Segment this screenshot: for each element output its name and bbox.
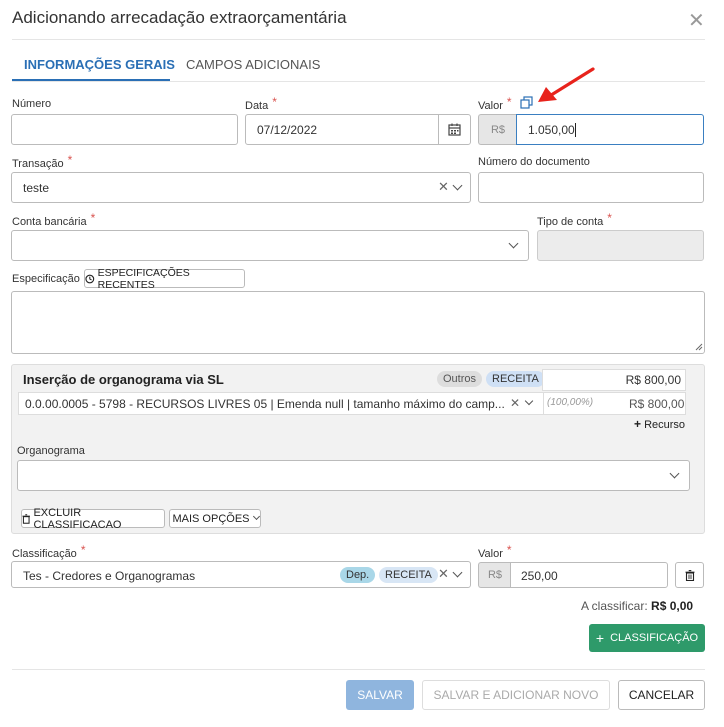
plus-icon: + <box>595 630 605 646</box>
recurso-row-text: 0.0.00.0005 - 5798 - RECURSOS LIVRES 05 … <box>25 397 505 411</box>
especificacao-textarea[interactable] <box>11 291 705 354</box>
numero-label: Número <box>12 98 52 110</box>
plus-icon: + <box>634 417 642 431</box>
badge-receita: RECEITA <box>486 371 545 387</box>
valor-input[interactable]: 1.050,00 <box>516 114 704 145</box>
clear-icon[interactable]: ✕ <box>510 396 520 410</box>
badge-receita: RECEITA <box>379 567 438 583</box>
cancelar-button[interactable]: CANCELAR <box>618 680 705 710</box>
tab-informacoes-gerais[interactable]: INFORMAÇÕES GERAIS <box>24 57 175 72</box>
panel-total: R$ 800,00 <box>542 369 686 391</box>
header-divider <box>12 39 705 40</box>
required-marker: * <box>67 153 73 167</box>
numero-documento-input[interactable] <box>478 172 704 203</box>
chevron-down-icon <box>252 512 260 521</box>
salvar-e-adicionar-novo-button: SALVAR E ADICIONAR NOVO <box>422 680 610 710</box>
clear-icon[interactable]: ✕ <box>438 566 449 582</box>
dialog-title: Adicionando arrecadação extraorçamentári… <box>12 8 347 27</box>
trash-icon <box>22 513 30 524</box>
conta-bancaria-label: Conta bancária * <box>12 211 96 228</box>
delete-classificacao-button[interactable] <box>675 562 704 588</box>
required-marker: * <box>607 211 612 225</box>
transacao-select[interactable]: teste ✕ <box>11 172 471 203</box>
add-recurso-link[interactable]: + Recurso <box>634 417 685 431</box>
resize-handle-icon[interactable] <box>695 343 703 351</box>
salvar-button[interactable]: SALVAR <box>346 680 414 710</box>
especificacoes-recentes-button[interactable]: ESPECIFICAÇÕES RECENTES <box>84 267 245 291</box>
recurso-row-percent: (100,00%) <box>547 397 594 408</box>
classificacao-select[interactable]: Tes - Credores e Organogramas Dep. RECEI… <box>11 561 471 588</box>
especificacao-label: Especificação <box>12 273 80 285</box>
chevron-down-icon[interactable] <box>508 238 519 249</box>
classificacao-valor-prefix: R$ <box>478 562 511 588</box>
footer-divider <box>12 669 705 670</box>
clear-icon[interactable]: ✕ <box>438 179 449 195</box>
chevron-down-icon[interactable] <box>669 468 680 479</box>
data-input[interactable]: 07/12/2022 <box>245 114 471 145</box>
date-divider <box>438 115 439 144</box>
recurso-row-amount: R$ 800,00 <box>629 397 685 411</box>
tipo-conta-input <box>537 230 704 261</box>
excluir-classificacao-button[interactable]: EXCLUIR CLASSIFICACAO <box>21 507 165 531</box>
valor-value: 1.050,00 <box>528 123 575 137</box>
transacao-label: Transação * <box>12 153 73 170</box>
data-label: Data * <box>245 95 277 112</box>
tipo-conta-label: Tipo de conta * <box>537 211 612 228</box>
numero-input[interactable] <box>11 114 238 145</box>
required-marker: * <box>90 211 96 225</box>
required-marker: * <box>506 95 512 109</box>
classificacao-valor-label: Valor * <box>478 543 512 560</box>
classificacao-value: Tes - Credores e Organogramas <box>23 569 196 583</box>
transacao-value: teste <box>23 181 50 195</box>
required-marker: * <box>80 543 86 557</box>
chevron-down-icon[interactable] <box>452 567 463 578</box>
copy-icon[interactable] <box>520 96 534 109</box>
organograma-panel-title: Inserção de organograma via SL <box>23 372 224 387</box>
classificacao-valor-input[interactable]: 250,00 <box>510 562 668 588</box>
clock-icon <box>85 274 95 283</box>
numero-documento-label: Número do documento <box>478 156 590 168</box>
required-marker: * <box>272 95 277 109</box>
chevron-down-icon[interactable] <box>452 180 463 191</box>
mais-opcoes-button[interactable]: MAIS OPÇÕES <box>169 509 261 528</box>
badge-outros: Outros <box>437 371 483 387</box>
text-cursor <box>575 123 576 137</box>
required-marker: * <box>506 543 512 557</box>
tabs-divider <box>12 81 705 82</box>
trash-icon <box>685 569 694 581</box>
calendar-icon[interactable] <box>448 123 461 136</box>
conta-bancaria-select[interactable] <box>11 230 529 261</box>
valor-prefix: R$ <box>478 114 517 145</box>
valor-label: Valor * <box>478 95 512 112</box>
data-value: 07/12/2022 <box>257 123 318 137</box>
a-classificar-value: R$ 0,00 <box>651 599 694 613</box>
tab-campos-adicionais[interactable]: CAMPOS ADICIONAIS <box>186 57 320 72</box>
a-classificar: A classificar: R$ 0,00 <box>581 599 694 613</box>
organograma-select[interactable] <box>17 460 690 491</box>
close-icon[interactable]: ✕ <box>688 8 705 33</box>
badge-dep: Dep. <box>340 567 376 583</box>
organograma-label: Organograma <box>17 445 85 457</box>
annotation-arrow-icon <box>538 67 595 102</box>
classificacao-label: Classificação * <box>12 543 86 560</box>
classificacao-valor-value: 250,00 <box>521 569 558 583</box>
add-classificacao-button[interactable]: + CLASSIFICAÇÃO <box>589 624 705 652</box>
